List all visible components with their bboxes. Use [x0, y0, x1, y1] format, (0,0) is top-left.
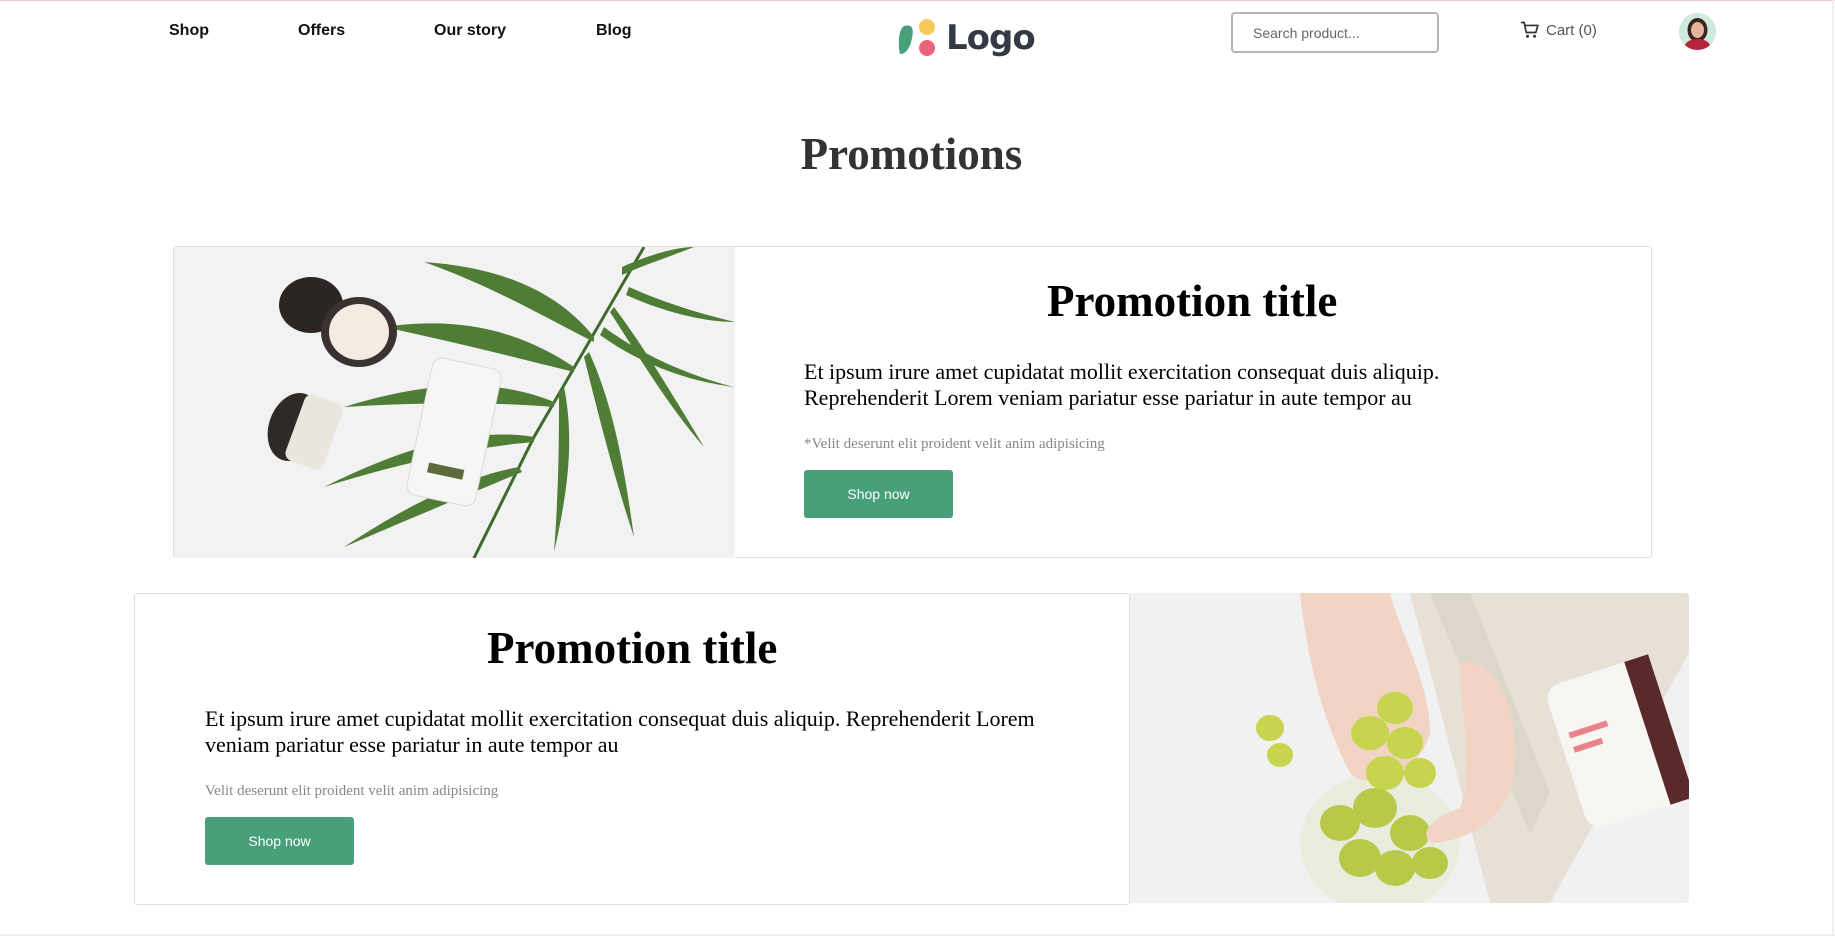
promotion-description: Et ipsum irure amet cupidatat mollit exe… [205, 706, 1035, 757]
promotion-card-1: Promotion title Et ipsum irure amet cupi… [173, 246, 1652, 558]
cart-label: Cart (0) [1546, 21, 1597, 39]
logo[interactable]: Logo [898, 18, 1036, 58]
nav-blog[interactable]: Blog [596, 22, 632, 40]
shop-now-button[interactable]: Shop now [804, 470, 953, 518]
search-input[interactable] [1231, 12, 1439, 53]
nav-our-story[interactable]: Our story [434, 22, 506, 40]
promotion-description: Et ipsum irure amet cupidatat mollit exe… [804, 359, 1440, 410]
promotion-footnote: *Velit deserunt elit proident velit anim… [804, 436, 1105, 452]
avatar-portrait-icon [1679, 13, 1716, 50]
promotion-card-2: Promotion title Et ipsum irure amet cupi… [134, 593, 1130, 905]
nav-offers[interactable]: Offers [298, 22, 345, 40]
shop-now-button[interactable]: Shop now [205, 817, 354, 865]
promotion-image-gummies [1130, 593, 1689, 903]
promotion-title: Promotion title [487, 623, 778, 673]
site-header: Shop Offers Our story Blog Logo Cart (0) [0, 0, 1835, 66]
cart-button[interactable]: Cart (0) [1520, 20, 1597, 40]
logo-text: Logo [946, 18, 1036, 58]
nav-shop[interactable]: Shop [169, 22, 209, 40]
promotion-footnote: Velit deserunt elit proident velit anim … [205, 783, 499, 799]
promotion-title: Promotion title [1047, 276, 1338, 326]
page-title: Promotions [800, 129, 1023, 179]
user-avatar[interactable] [1679, 13, 1716, 50]
promotion-image-cosmetics [174, 247, 735, 558]
scrollbar-edge [1832, 0, 1834, 936]
logo-mark-icon [898, 19, 935, 56]
cart-icon [1520, 21, 1539, 38]
